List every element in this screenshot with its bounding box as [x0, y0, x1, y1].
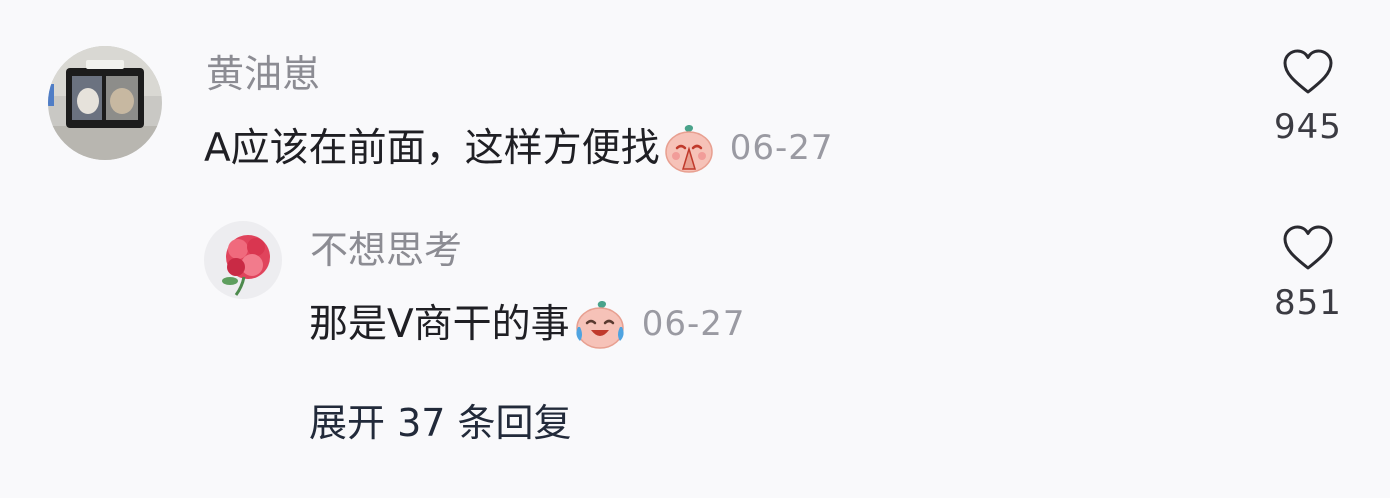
avatar-image: [204, 221, 282, 299]
like-count: 851: [1274, 283, 1342, 323]
comment-like[interactable]: 945: [1248, 48, 1368, 144]
comment-text: A应该在前面，这样方便找: [204, 125, 660, 171]
avatar-image: [48, 46, 162, 160]
comment-thread: 黄油崽 A应该在前面，这样方便找 06-27 945 不想思考 那是V商干的事 …: [0, 0, 1390, 498]
heart-outline-icon[interactable]: [1282, 48, 1334, 96]
reply-date: 06-27: [641, 304, 746, 344]
praying-emoji-icon: [662, 121, 716, 175]
comment-date: 06-27: [729, 128, 834, 168]
laughing-crying-emoji-icon: [572, 297, 628, 351]
reply-user-avatar[interactable]: [204, 221, 282, 299]
expand-replies-link[interactable]: 展开 37 条回复: [309, 404, 572, 442]
reply-text: 那是V商干的事: [309, 301, 570, 347]
comment-username[interactable]: 黄油崽: [206, 55, 320, 93]
like-count: 945: [1274, 107, 1342, 147]
reply-body[interactable]: 那是V商干的事 06-27: [309, 296, 745, 352]
user-avatar[interactable]: [48, 46, 162, 160]
heart-outline-icon[interactable]: [1282, 224, 1334, 272]
reply-username[interactable]: 不想思考: [310, 231, 462, 269]
reply-like[interactable]: 851: [1248, 224, 1368, 320]
comment-body[interactable]: A应该在前面，这样方便找 06-27: [204, 120, 833, 176]
